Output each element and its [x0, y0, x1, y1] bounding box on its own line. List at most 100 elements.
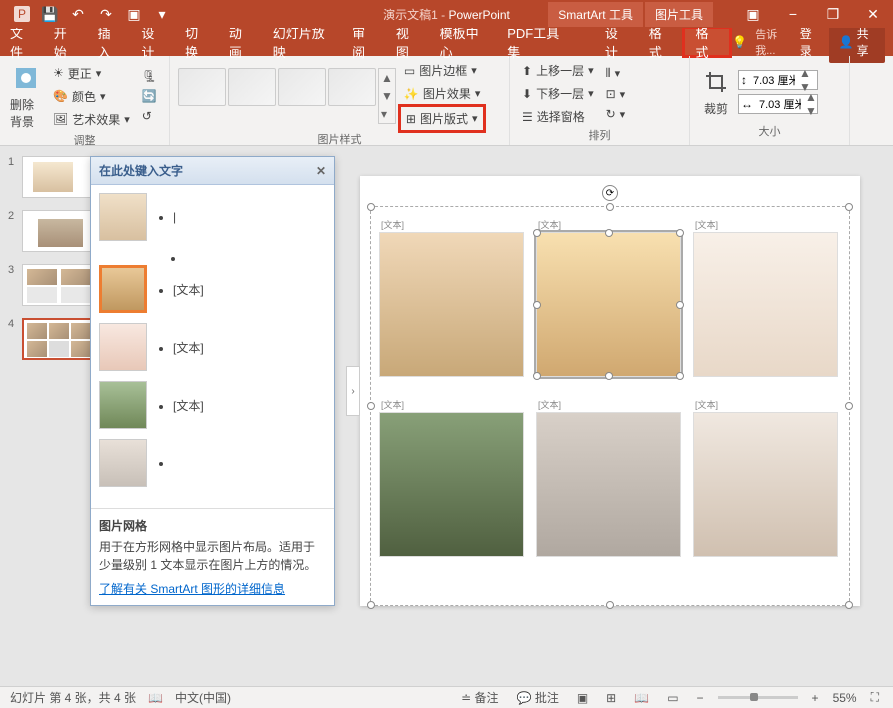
sa-cell-4[interactable]: [文本]: [379, 397, 524, 557]
tp-thumb-4[interactable]: [99, 381, 147, 429]
slide-thumbnails[interactable]: 1 2 3 4: [0, 146, 100, 686]
tp-thumb-3[interactable]: [99, 323, 147, 371]
tab-view[interactable]: 视图: [386, 28, 430, 56]
minimize-button[interactable]: −: [773, 2, 813, 26]
text-pane-toggle[interactable]: ›: [346, 366, 360, 416]
tab-animation[interactable]: 动画: [219, 28, 263, 56]
resize-handle-sw[interactable]: [367, 601, 375, 609]
compress-button[interactable]: 🗜: [138, 67, 161, 85]
height-input[interactable]: ↕ ▲▼: [738, 70, 818, 90]
restore-button[interactable]: ❐: [813, 2, 853, 26]
slide-counter[interactable]: 幻灯片 第 4 张，共 4 张: [10, 689, 136, 706]
change-picture-button[interactable]: 🔄: [138, 87, 161, 105]
gallery-more-icon[interactable]: ▾: [379, 105, 395, 123]
tp-text-2[interactable]: [文本]: [173, 281, 204, 298]
style-thumb[interactable]: [228, 68, 276, 106]
tab-slideshow[interactable]: 幻灯片放映: [263, 28, 342, 56]
sa-cell-6[interactable]: [文本]: [693, 397, 838, 557]
text-pane-close-icon[interactable]: ✕: [316, 164, 326, 178]
style-thumb[interactable]: [328, 68, 376, 106]
resize-handle-s[interactable]: [606, 601, 614, 609]
crop-button[interactable]: 裁剪: [698, 64, 734, 119]
artistic-button[interactable]: 🖼艺术效果 ▾: [49, 109, 134, 130]
zoom-level[interactable]: 55%: [833, 691, 857, 705]
sa-cell-5[interactable]: [文本]: [536, 397, 681, 557]
sa-image-4[interactable]: [379, 412, 524, 557]
fit-to-window-icon[interactable]: ⛶: [867, 690, 883, 705]
tab-insert[interactable]: 插入: [88, 28, 132, 56]
sa-cell-2[interactable]: [文本]: [536, 217, 681, 377]
start-slideshow-icon[interactable]: ▣: [122, 2, 146, 26]
resize-handle-n[interactable]: [606, 203, 614, 211]
resize-handle-w[interactable]: [367, 402, 375, 410]
comments-button[interactable]: 💬 批注: [513, 689, 563, 706]
zoom-slider[interactable]: [718, 696, 798, 699]
tab-picture-format[interactable]: 格式: [682, 26, 732, 58]
tp-text-1[interactable]: |: [173, 210, 176, 224]
picture-effects-button[interactable]: ✨图片效果 ▾: [400, 83, 485, 104]
width-input[interactable]: ↔ ▲▼: [738, 94, 818, 114]
thumbnail-1[interactable]: 1: [8, 156, 92, 198]
spellcheck-icon[interactable]: 📖: [148, 691, 163, 705]
send-backward-button[interactable]: ⬇下移一层 ▾: [518, 83, 598, 104]
slideshow-view-icon[interactable]: ▭: [663, 691, 682, 705]
sa-image-1[interactable]: [379, 232, 524, 377]
picture-border-button[interactable]: ▭图片边框 ▾: [400, 60, 485, 81]
tab-review[interactable]: 审阅: [342, 28, 386, 56]
picture-layout-button[interactable]: ⊞图片版式 ▾: [398, 104, 487, 133]
notes-button[interactable]: ≐ 备注: [457, 689, 502, 706]
corrections-button[interactable]: ☀更正 ▾: [49, 63, 134, 84]
rotate-handle[interactable]: ⟳: [602, 185, 618, 201]
resize-handle-nw[interactable]: [367, 203, 375, 211]
tab-file[interactable]: 文件: [0, 28, 44, 56]
tp-text-3[interactable]: [文本]: [173, 339, 204, 356]
group-button[interactable]: ⊡▾: [602, 85, 630, 103]
bring-forward-button[interactable]: ⬆上移一层 ▾: [518, 60, 598, 81]
resize-handle-se[interactable]: [845, 601, 853, 609]
tell-me-icon[interactable]: 💡: [732, 35, 747, 49]
sa-cell-1[interactable]: [文本]: [379, 217, 524, 377]
sa-image-6[interactable]: [693, 412, 838, 557]
sa-cell-3[interactable]: [文本]: [693, 217, 838, 377]
sa-image-5[interactable]: [536, 412, 681, 557]
tab-smartart-format[interactable]: 格式: [639, 28, 683, 56]
thumbnail-4[interactable]: 4: [8, 318, 92, 360]
style-thumb[interactable]: [278, 68, 326, 106]
qat-more-icon[interactable]: ▾: [150, 2, 174, 26]
text-pane-body[interactable]: | [文本] [文本] [文本]: [91, 185, 334, 508]
thumbnail-3[interactable]: 3: [8, 264, 92, 306]
align-button[interactable]: ⫴▾: [602, 64, 630, 83]
reset-picture-button[interactable]: ↺: [138, 107, 161, 125]
slide-sorter-icon[interactable]: ⊞: [602, 691, 620, 705]
sa-image-2-selected[interactable]: [536, 232, 681, 377]
tab-transition[interactable]: 切换: [175, 28, 219, 56]
tp-thumb-5[interactable]: [99, 439, 147, 487]
zoom-in-button[interactable]: +: [808, 691, 823, 705]
gallery-down-icon[interactable]: ▼: [379, 87, 395, 105]
tab-home[interactable]: 开始: [44, 28, 88, 56]
normal-view-icon[interactable]: ▣: [573, 691, 592, 705]
sa-image-3[interactable]: [693, 232, 838, 377]
undo-icon[interactable]: ↶: [66, 2, 90, 26]
remove-background-button[interactable]: 删除背景: [8, 60, 45, 132]
tp-thumb-1[interactable]: [99, 193, 147, 241]
tab-smartart-design[interactable]: 设计: [595, 28, 639, 56]
tp-thumb-2[interactable]: [99, 265, 147, 313]
style-thumb[interactable]: [178, 68, 226, 106]
gallery-up-icon[interactable]: ▲: [379, 69, 395, 87]
smartart-container[interactable]: ⟳ [文本] [文本]: [370, 206, 850, 606]
tab-template[interactable]: 模板中心: [430, 28, 498, 56]
selection-pane-button[interactable]: ☰选择窗格: [518, 106, 598, 127]
picture-styles-gallery[interactable]: ▲ ▼ ▾: [178, 68, 396, 124]
zoom-out-button[interactable]: −: [693, 691, 708, 705]
tp-text-4[interactable]: [文本]: [173, 397, 204, 414]
thumbnail-2[interactable]: 2: [8, 210, 92, 252]
language-status[interactable]: 中文(中国): [175, 689, 231, 706]
resize-handle-ne[interactable]: [845, 203, 853, 211]
login-button[interactable]: 登录: [800, 25, 821, 59]
redo-icon[interactable]: ↷: [94, 2, 118, 26]
color-button[interactable]: 🎨颜色 ▾: [49, 86, 134, 107]
tp-text-sub[interactable]: [185, 251, 326, 265]
reading-view-icon[interactable]: 📖: [630, 691, 653, 705]
tp-footer-link[interactable]: 了解有关 SmartArt 图形的详细信息: [99, 580, 326, 597]
